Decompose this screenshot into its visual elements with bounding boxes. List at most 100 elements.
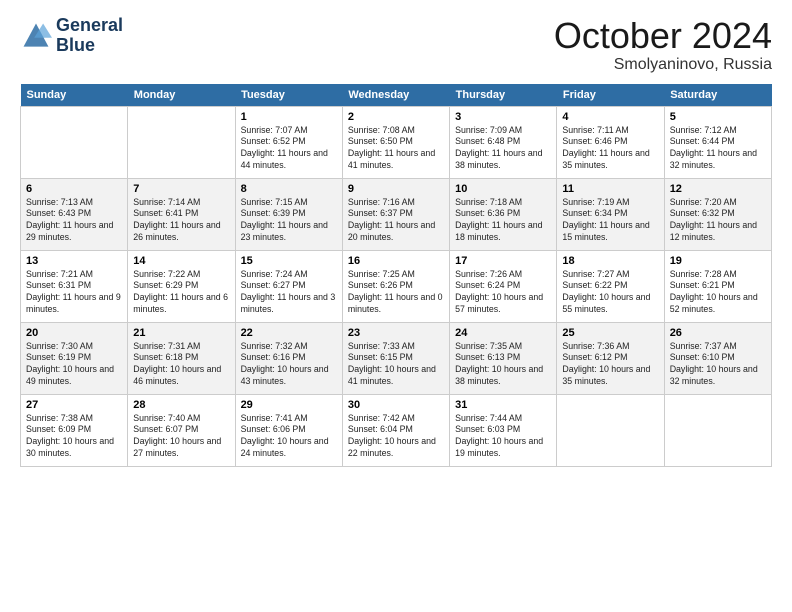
day-info: Sunrise: 7:41 AMSunset: 6:06 PMDaylight:… xyxy=(241,413,337,461)
day-info: Sunrise: 7:25 AMSunset: 6:26 PMDaylight:… xyxy=(348,269,444,317)
day-info: Sunrise: 7:44 AMSunset: 6:03 PMDaylight:… xyxy=(455,413,551,461)
logo: General Blue xyxy=(20,16,123,56)
day-number: 7 xyxy=(133,183,229,195)
calendar-cell xyxy=(21,106,128,178)
weekday-header-friday: Friday xyxy=(557,84,664,107)
day-info: Sunrise: 7:12 AMSunset: 6:44 PMDaylight:… xyxy=(670,125,766,173)
calendar-cell: 22 Sunrise: 7:32 AMSunset: 6:16 PMDayligh… xyxy=(235,322,342,394)
calendar-cell: 27 Sunrise: 7:38 AMSunset: 6:09 PMDayligh… xyxy=(21,394,128,466)
day-info: Sunrise: 7:36 AMSunset: 6:12 PMDaylight:… xyxy=(562,341,658,389)
calendar-cell: 17Sunrise: 7:26 AMSunset: 6:24 PMDayligh… xyxy=(450,250,557,322)
calendar-cell: 31 Sunrise: 7:44 AMSunset: 6:03 PMDayligh… xyxy=(450,394,557,466)
day-info: Sunrise: 7:40 AMSunset: 6:07 PMDaylight:… xyxy=(133,413,229,461)
day-info: Sunrise: 7:28 AMSunset: 6:21 PMDaylight:… xyxy=(670,269,766,317)
day-number: 3 xyxy=(455,111,551,123)
day-info: Sunrise: 7:33 AMSunset: 6:15 PMDaylight:… xyxy=(348,341,444,389)
day-number: 23 xyxy=(348,327,444,339)
calendar-cell: 25 Sunrise: 7:36 AMSunset: 6:12 PMDayligh… xyxy=(557,322,664,394)
calendar-cell: 13 Sunrise: 7:21 AMSunset: 6:31 PMDayligh… xyxy=(21,250,128,322)
calendar-cell: 16 Sunrise: 7:25 AMSunset: 6:26 PMDayligh… xyxy=(342,250,449,322)
logo-icon xyxy=(20,20,52,52)
weekday-header-monday: Monday xyxy=(128,84,235,107)
day-number: 9 xyxy=(348,183,444,195)
calendar-cell: 30 Sunrise: 7:42 AMSunset: 6:04 PMDayligh… xyxy=(342,394,449,466)
day-info: Sunrise: 7:21 AMSunset: 6:31 PMDaylight:… xyxy=(26,269,122,317)
calendar-cell: 20 Sunrise: 7:30 AMSunset: 6:19 PMDayligh… xyxy=(21,322,128,394)
calendar-cell: 7 Sunrise: 7:14 AMSunset: 6:41 PMDaylight… xyxy=(128,178,235,250)
calendar-cell: 5 Sunrise: 7:12 AMSunset: 6:44 PMDaylight… xyxy=(664,106,771,178)
day-number: 27 xyxy=(26,399,122,411)
day-number: 1 xyxy=(241,111,337,123)
day-number: 10 xyxy=(455,183,551,195)
day-number: 4 xyxy=(562,111,658,123)
day-number: 8 xyxy=(241,183,337,195)
day-info: Sunrise: 7:09 AMSunset: 6:48 PMDaylight:… xyxy=(455,125,551,173)
day-number: 30 xyxy=(348,399,444,411)
header: General Blue October 2024 Smolyaninovo, … xyxy=(20,16,772,74)
calendar-week-row: 6Sunrise: 7:13 AMSunset: 6:43 PMDaylight… xyxy=(21,178,772,250)
calendar-cell: 26 Sunrise: 7:37 AMSunset: 6:10 PMDayligh… xyxy=(664,322,771,394)
calendar-cell: 9 Sunrise: 7:16 AMSunset: 6:37 PMDaylight… xyxy=(342,178,449,250)
day-number: 16 xyxy=(348,255,444,267)
day-info: Sunrise: 7:08 AMSunset: 6:50 PMDaylight:… xyxy=(348,125,444,173)
day-info: Sunrise: 7:30 AMSunset: 6:19 PMDaylight:… xyxy=(26,341,122,389)
logo-line1: General xyxy=(56,16,123,36)
calendar-week-row: 20 Sunrise: 7:30 AMSunset: 6:19 PMDayligh… xyxy=(21,322,772,394)
calendar-cell xyxy=(557,394,664,466)
weekday-header-saturday: Saturday xyxy=(664,84,771,107)
weekday-header-wednesday: Wednesday xyxy=(342,84,449,107)
calendar-cell: 24Sunrise: 7:35 AMSunset: 6:13 PMDayligh… xyxy=(450,322,557,394)
day-info: Sunrise: 7:27 AMSunset: 6:22 PMDaylight:… xyxy=(562,269,658,317)
day-info: Sunrise: 7:14 AMSunset: 6:41 PMDaylight:… xyxy=(133,197,229,245)
logo-text: General Blue xyxy=(56,16,123,56)
day-number: 22 xyxy=(241,327,337,339)
day-info: Sunrise: 7:11 AMSunset: 6:46 PMDaylight:… xyxy=(562,125,658,173)
day-number: 20 xyxy=(26,327,122,339)
day-number: 25 xyxy=(562,327,658,339)
day-number: 31 xyxy=(455,399,551,411)
calendar-cell: 1Sunrise: 7:07 AMSunset: 6:52 PMDaylight… xyxy=(235,106,342,178)
day-info: Sunrise: 7:16 AMSunset: 6:37 PMDaylight:… xyxy=(348,197,444,245)
day-info: Sunrise: 7:24 AMSunset: 6:27 PMDaylight:… xyxy=(241,269,337,317)
calendar-cell: 4 Sunrise: 7:11 AMSunset: 6:46 PMDaylight… xyxy=(557,106,664,178)
calendar-cell: 28 Sunrise: 7:40 AMSunset: 6:07 PMDayligh… xyxy=(128,394,235,466)
day-number: 11 xyxy=(562,183,658,195)
month-title: October 2024 xyxy=(554,16,772,56)
day-info: Sunrise: 7:13 AMSunset: 6:43 PMDaylight:… xyxy=(26,197,122,245)
day-info: Sunrise: 7:32 AMSunset: 6:16 PMDaylight:… xyxy=(241,341,337,389)
location-title: Smolyaninovo, Russia xyxy=(554,56,772,74)
weekday-header-thursday: Thursday xyxy=(450,84,557,107)
day-number: 5 xyxy=(670,111,766,123)
logo-line2: Blue xyxy=(56,36,123,56)
calendar-week-row: 27 Sunrise: 7:38 AMSunset: 6:09 PMDayligh… xyxy=(21,394,772,466)
weekday-header-row: SundayMondayTuesdayWednesdayThursdayFrid… xyxy=(21,84,772,107)
day-info: Sunrise: 7:20 AMSunset: 6:32 PMDaylight:… xyxy=(670,197,766,245)
day-number: 2 xyxy=(348,111,444,123)
day-number: 29 xyxy=(241,399,337,411)
day-number: 17 xyxy=(455,255,551,267)
day-number: 26 xyxy=(670,327,766,339)
calendar-cell: 8 Sunrise: 7:15 AMSunset: 6:39 PMDaylight… xyxy=(235,178,342,250)
calendar-week-row: 13 Sunrise: 7:21 AMSunset: 6:31 PMDayligh… xyxy=(21,250,772,322)
calendar-cell: 10Sunrise: 7:18 AMSunset: 6:36 PMDayligh… xyxy=(450,178,557,250)
day-number: 28 xyxy=(133,399,229,411)
day-number: 14 xyxy=(133,255,229,267)
calendar-week-row: 1Sunrise: 7:07 AMSunset: 6:52 PMDaylight… xyxy=(21,106,772,178)
calendar-cell: 11Sunrise: 7:19 AMSunset: 6:34 PMDayligh… xyxy=(557,178,664,250)
day-info: Sunrise: 7:15 AMSunset: 6:39 PMDaylight:… xyxy=(241,197,337,245)
calendar-cell: 29 Sunrise: 7:41 AMSunset: 6:06 PMDayligh… xyxy=(235,394,342,466)
day-info: Sunrise: 7:42 AMSunset: 6:04 PMDaylight:… xyxy=(348,413,444,461)
day-number: 21 xyxy=(133,327,229,339)
day-number: 15 xyxy=(241,255,337,267)
calendar-cell: 23 Sunrise: 7:33 AMSunset: 6:15 PMDayligh… xyxy=(342,322,449,394)
calendar-cell: 19Sunrise: 7:28 AMSunset: 6:21 PMDayligh… xyxy=(664,250,771,322)
calendar-cell: 3 Sunrise: 7:09 AMSunset: 6:48 PMDaylight… xyxy=(450,106,557,178)
day-number: 13 xyxy=(26,255,122,267)
calendar-cell: 6Sunrise: 7:13 AMSunset: 6:43 PMDaylight… xyxy=(21,178,128,250)
day-info: Sunrise: 7:37 AMSunset: 6:10 PMDaylight:… xyxy=(670,341,766,389)
weekday-header-sunday: Sunday xyxy=(21,84,128,107)
day-number: 18 xyxy=(562,255,658,267)
calendar-table: SundayMondayTuesdayWednesdayThursdayFrid… xyxy=(20,84,772,467)
day-info: Sunrise: 7:38 AMSunset: 6:09 PMDaylight:… xyxy=(26,413,122,461)
calendar-cell: 2 Sunrise: 7:08 AMSunset: 6:50 PMDaylight… xyxy=(342,106,449,178)
